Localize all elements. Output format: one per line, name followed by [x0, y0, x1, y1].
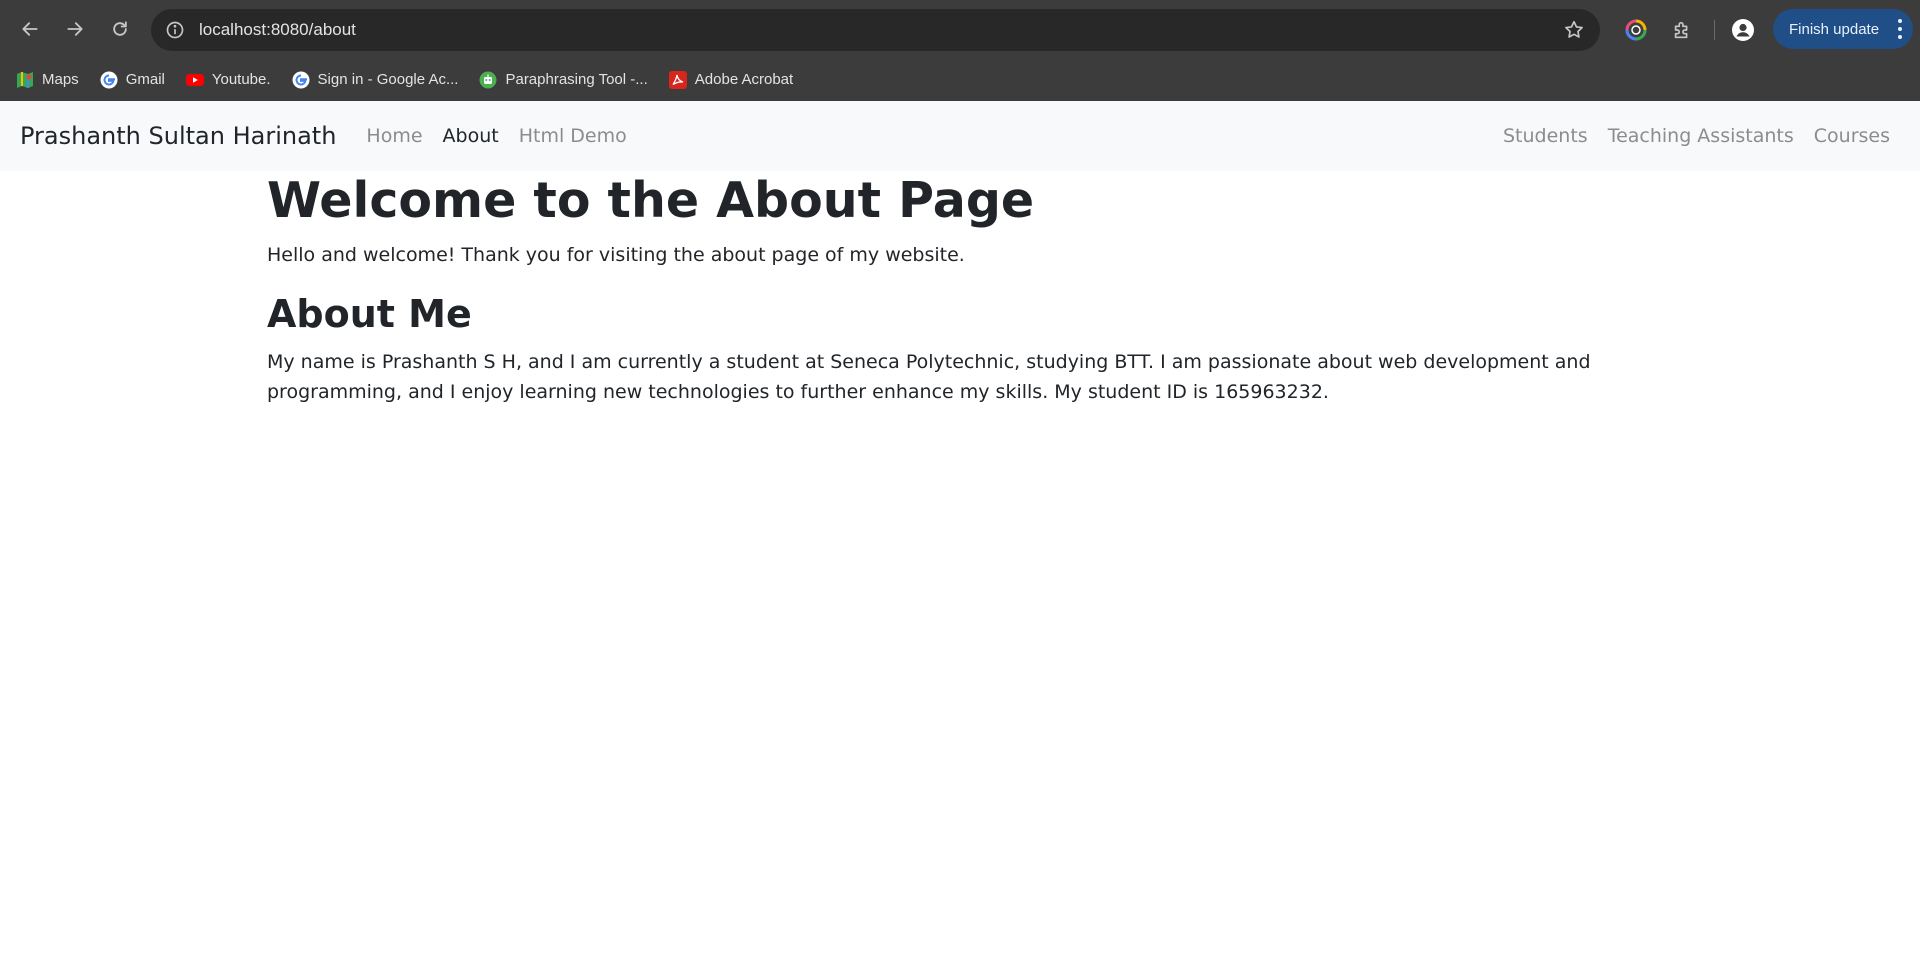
bookmark-gmail[interactable]: Gmail	[100, 65, 165, 95]
back-button[interactable]	[10, 9, 50, 49]
about-paragraph: My name is Prashanth S H, and I am curre…	[267, 351, 1591, 403]
bookmark-label: Adobe Acrobat	[694, 71, 794, 88]
url-text[interactable]: localhost:8080/about	[199, 20, 1562, 40]
bookmark-star-icon[interactable]	[1562, 18, 1586, 42]
bookmark-google-signin[interactable]: Sign in - Google Ac...	[292, 65, 459, 95]
nav-right-group: Students Teaching Assistants Courses	[1483, 101, 1890, 171]
youtube-icon	[185, 71, 204, 89]
finish-update-button[interactable]: Finish update	[1773, 9, 1913, 49]
site-brand[interactable]: Prashanth Sultan Harinath	[20, 122, 336, 150]
reload-button[interactable]	[100, 9, 140, 49]
extensions-puzzle-icon[interactable]	[1664, 12, 1700, 48]
bookmark-label: Paraphrasing Tool -...	[505, 71, 648, 88]
maps-icon	[16, 71, 34, 89]
nav-link-html-demo[interactable]: Html Demo	[519, 125, 627, 147]
reload-icon	[113, 21, 127, 36]
about-heading: About Me	[267, 292, 472, 336]
nav-link-students[interactable]: Students	[1503, 125, 1588, 147]
browser-toolbar: localhost:8080/about Finish update	[0, 0, 1920, 58]
forward-button[interactable]	[55, 9, 95, 49]
bookmarks-bar: Maps Gmail Youtube. Sign in - Google Ac.…	[0, 58, 1920, 101]
address-bar[interactable]: localhost:8080/about	[151, 9, 1600, 51]
menu-kebab-icon[interactable]	[1897, 19, 1903, 39]
bookmark-maps[interactable]: Maps	[16, 65, 79, 95]
page-title: Welcome to the About Page	[267, 172, 1035, 229]
robot-icon	[479, 71, 497, 89]
bookmark-label: Youtube.	[211, 71, 271, 88]
nav-link-teaching-assistants[interactable]: Teaching Assistants	[1608, 125, 1794, 147]
bookmark-youtube[interactable]: Youtube.	[185, 65, 271, 95]
extension-color-icon[interactable]	[1618, 12, 1654, 48]
bookmark-label: Gmail	[125, 71, 165, 88]
nav-link-about[interactable]: About	[443, 125, 499, 147]
intro-text: Hello and welcome! Thank you for visitin…	[267, 244, 965, 266]
google-icon	[292, 71, 310, 89]
bookmark-adobe-acrobat[interactable]: Adobe Acrobat	[668, 65, 794, 95]
site-navbar: Prashanth Sultan Harinath Home About Htm…	[0, 101, 1920, 171]
toolbar-divider	[1714, 20, 1715, 40]
acrobat-icon	[668, 70, 687, 89]
finish-update-label: Finish update	[1789, 20, 1880, 38]
bookmark-label: Maps	[42, 71, 79, 88]
main-content: Welcome to the About Page Hello and welc…	[267, 171, 1667, 407]
arrow-right-icon	[67, 22, 83, 36]
nav-link-courses[interactable]: Courses	[1814, 125, 1890, 147]
browser-chrome: localhost:8080/about Finish update Maps …	[0, 0, 1920, 101]
nav-link-home[interactable]: Home	[366, 125, 422, 147]
profile-avatar-icon[interactable]	[1725, 12, 1761, 48]
bookmark-paraphrasing-tool[interactable]: Paraphrasing Tool -...	[479, 65, 648, 95]
google-icon	[100, 71, 118, 89]
toolbar-actions	[1618, 9, 1771, 51]
bookmark-label: Sign in - Google Ac...	[317, 71, 459, 88]
arrow-left-icon	[22, 22, 38, 36]
site-info-icon[interactable]	[161, 16, 189, 44]
